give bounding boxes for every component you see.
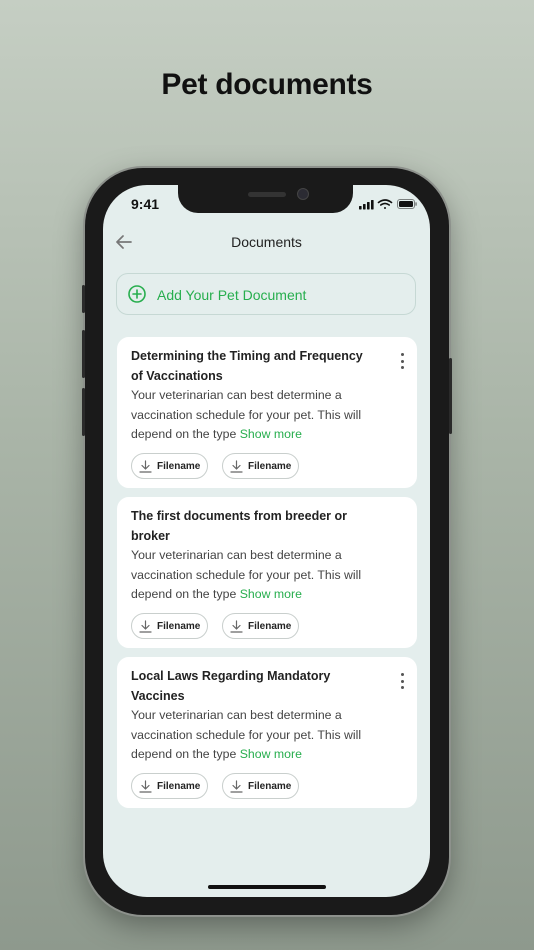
file-download-button[interactable]: Filename <box>131 453 208 479</box>
file-download-button[interactable]: Filename <box>222 773 299 799</box>
document-card[interactable]: Local Laws Regarding Mandatory Vaccines … <box>117 657 417 808</box>
status-icons <box>359 199 417 210</box>
more-vertical-icon[interactable] <box>399 673 405 693</box>
filename-label: Filename <box>248 461 292 472</box>
download-icon <box>139 620 152 633</box>
show-more-link[interactable]: Show more <box>240 747 302 761</box>
document-title: Local Laws Regarding Mandatory Vaccines <box>131 669 331 703</box>
add-document-button[interactable]: Add Your Pet Document <box>116 273 416 315</box>
phone-power-button <box>449 358 452 434</box>
filename-label: Filename <box>157 621 201 632</box>
download-icon <box>139 460 152 473</box>
filename-label: Filename <box>157 781 201 792</box>
signal-icon <box>359 200 374 210</box>
download-icon <box>230 780 243 793</box>
file-download-button[interactable]: Filename <box>222 453 299 479</box>
page-title: Documents <box>231 234 302 250</box>
filename-label: Filename <box>248 781 292 792</box>
phone-mute-switch <box>82 285 85 313</box>
document-description: Your veterinarian can best determine a v… <box>131 706 391 765</box>
front-camera <box>297 188 309 200</box>
filename-label: Filename <box>248 621 292 632</box>
document-card[interactable]: The first documents from breeder or brok… <box>117 497 417 648</box>
filename-label: Filename <box>157 461 201 472</box>
download-icon <box>139 780 152 793</box>
download-icon <box>230 620 243 633</box>
phone-volume-up <box>82 330 85 378</box>
phone-volume-down <box>82 388 85 436</box>
promo-title: Pet documents <box>161 68 373 101</box>
home-indicator[interactable] <box>208 885 326 889</box>
add-document-label: Add Your Pet Document <box>157 287 307 303</box>
document-card[interactable]: Determining the Timing and Frequency of … <box>117 337 417 488</box>
wifi-icon <box>377 199 393 209</box>
document-description: Your veterinarian can best determine a v… <box>131 386 391 445</box>
status-time: 9:41 <box>131 196 160 212</box>
plus-circle-icon <box>128 285 146 303</box>
show-more-link[interactable]: Show more <box>240 427 302 441</box>
download-icon <box>230 460 243 473</box>
document-description: Your veterinarian can best determine a v… <box>131 546 391 605</box>
file-download-button[interactable]: Filename <box>222 613 299 639</box>
show-more-link[interactable]: Show more <box>240 587 302 601</box>
phone-notch <box>178 185 353 213</box>
document-title: Determining the Timing and Frequency of … <box>131 349 363 383</box>
speaker-grille <box>248 192 286 197</box>
file-download-button[interactable]: Filename <box>131 773 208 799</box>
battery-icon <box>397 199 417 209</box>
file-download-button[interactable]: Filename <box>131 613 208 639</box>
more-vertical-icon[interactable] <box>399 353 405 373</box>
document-title: The first documents from breeder or brok… <box>131 509 348 543</box>
